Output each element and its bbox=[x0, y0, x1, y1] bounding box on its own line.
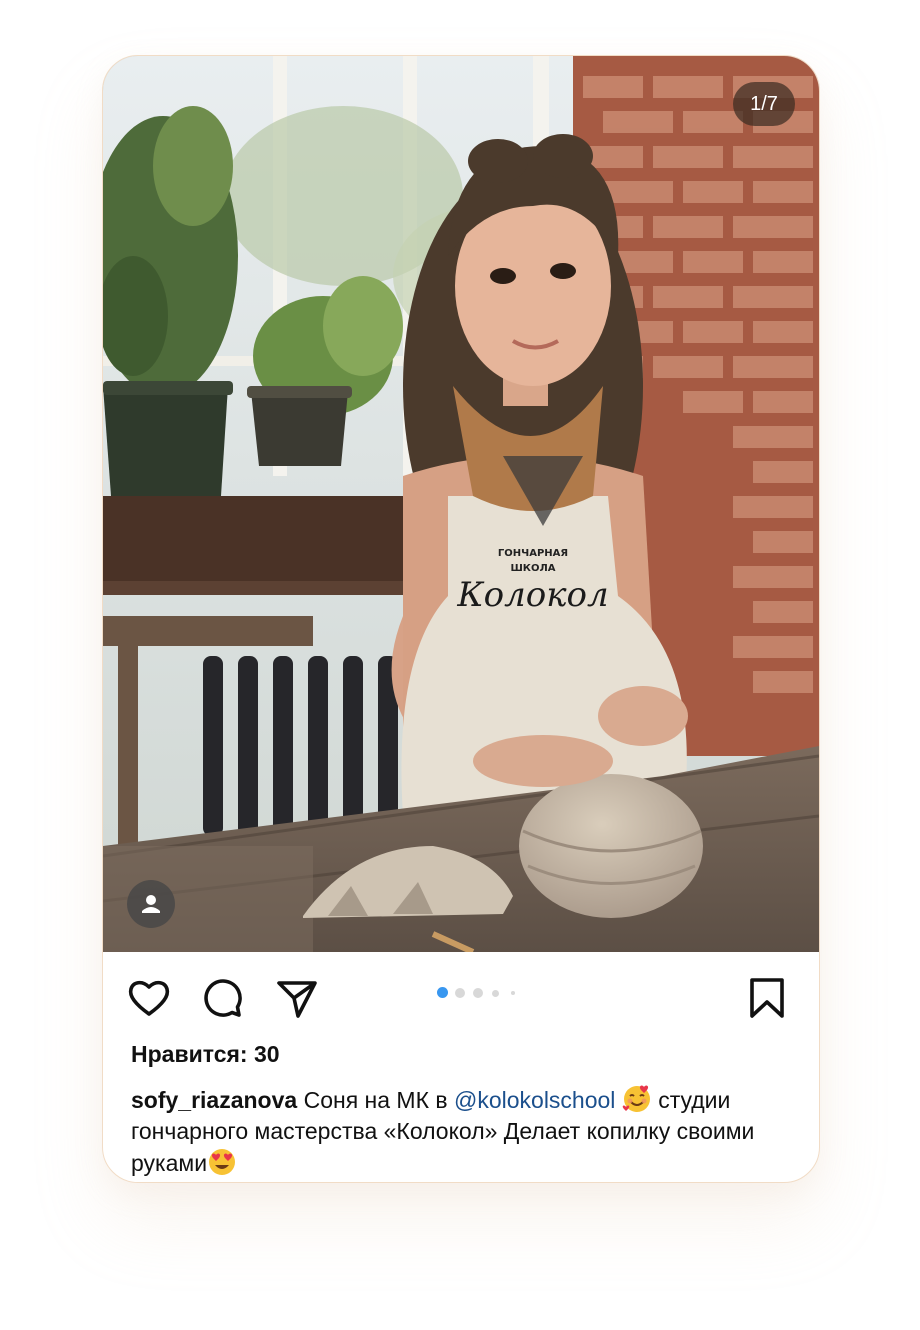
likes-count[interactable]: Нравится: 30 bbox=[131, 1041, 280, 1068]
apron-logo-text: Колокол bbox=[456, 575, 608, 615]
comment-icon bbox=[204, 979, 242, 1017]
heart-eyes-icon bbox=[209, 1149, 236, 1175]
action-bar bbox=[103, 952, 819, 1040]
user-icon bbox=[142, 895, 160, 913]
bookmark-icon bbox=[750, 978, 784, 1018]
author-username[interactable]: sofy_riazanova bbox=[131, 1087, 297, 1113]
share-button[interactable] bbox=[273, 974, 321, 1022]
slide-counter: 1/7 bbox=[733, 82, 795, 126]
save-button[interactable] bbox=[743, 974, 791, 1022]
mention-link[interactable]: @kolokolschool bbox=[454, 1087, 615, 1113]
post-caption: sofy_riazanova Соня на МК в @kolokolscho… bbox=[131, 1084, 781, 1179]
smiling-face-with-hearts-icon bbox=[622, 1085, 650, 1112]
like-button[interactable] bbox=[125, 974, 173, 1022]
photo-illustration: ГОНЧАРНАЯ ШКОЛА Колокол bbox=[103, 56, 819, 952]
apron-text-line1: ГОНЧАРНАЯ bbox=[498, 548, 568, 559]
heart-icon bbox=[128, 980, 170, 1016]
carousel-dots bbox=[437, 987, 527, 999]
comment-button[interactable] bbox=[199, 974, 247, 1022]
caption-text: Соня на МК в bbox=[297, 1087, 454, 1113]
carousel-dot[interactable] bbox=[492, 989, 499, 997]
carousel-dot[interactable] bbox=[511, 991, 515, 995]
post-photo[interactable]: ГОНЧАРНАЯ ШКОЛА Колокол 1/7 bbox=[103, 56, 819, 952]
carousel-dot-active[interactable] bbox=[437, 987, 448, 998]
apron-text-line2: ШКОЛА bbox=[510, 563, 555, 574]
send-icon bbox=[277, 981, 317, 1018]
tagged-user-button[interactable] bbox=[127, 880, 175, 928]
post-card: ГОНЧАРНАЯ ШКОЛА Колокол 1/7 Нравится: 30… bbox=[102, 55, 820, 1183]
carousel-dot[interactable] bbox=[455, 988, 465, 998]
carousel-dot[interactable] bbox=[473, 988, 483, 998]
